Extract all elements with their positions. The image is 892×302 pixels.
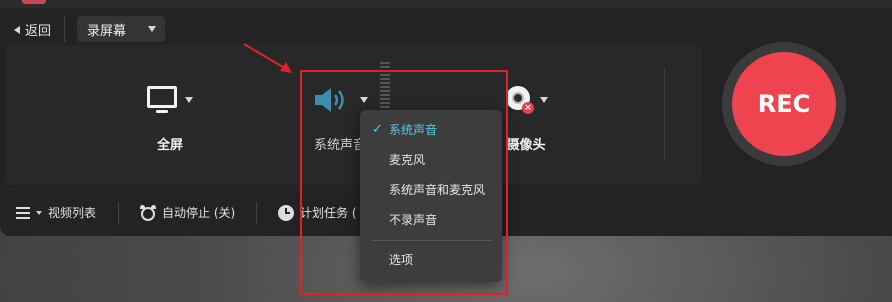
annotation-arrow-icon — [243, 43, 292, 73]
mode-select[interactable]: 录屏幕 — [77, 16, 165, 42]
back-button[interactable]: 返回 — [14, 20, 51, 39]
back-label: 返回 — [25, 24, 52, 39]
title-bar — [0, 0, 892, 8]
mode-select-value: 录屏幕 — [87, 23, 127, 39]
list-icon — [16, 206, 30, 219]
header-divider — [64, 16, 65, 42]
clock-icon — [278, 204, 294, 221]
auto-stop-label: 自动停止 (关) — [162, 206, 236, 220]
chevron-down-icon — [148, 26, 156, 32]
screen-source-label: 全屏 — [156, 138, 183, 153]
chevron-down-icon — [36, 210, 42, 215]
video-list-button[interactable]: 视频列表 — [16, 204, 96, 221]
screen-source[interactable]: 全屏 — [130, 80, 210, 153]
rec-button[interactable]: REC — [732, 52, 836, 156]
monitor-icon — [147, 86, 177, 114]
webcam-icon: × — [504, 86, 534, 114]
bottom-divider — [118, 202, 119, 224]
auto-stop-button[interactable]: 自动停止 (关) — [140, 204, 235, 221]
chevron-down-icon[interactable] — [540, 97, 548, 103]
alarm-clock-icon — [140, 204, 156, 221]
bottom-divider — [256, 202, 257, 224]
back-arrow-icon — [14, 25, 20, 34]
title-accent — [22, 0, 46, 4]
annotation-highlight-box — [300, 70, 508, 295]
rec-divider — [664, 68, 665, 160]
chevron-down-icon[interactable] — [185, 97, 193, 103]
video-list-label: 视频列表 — [48, 206, 97, 220]
